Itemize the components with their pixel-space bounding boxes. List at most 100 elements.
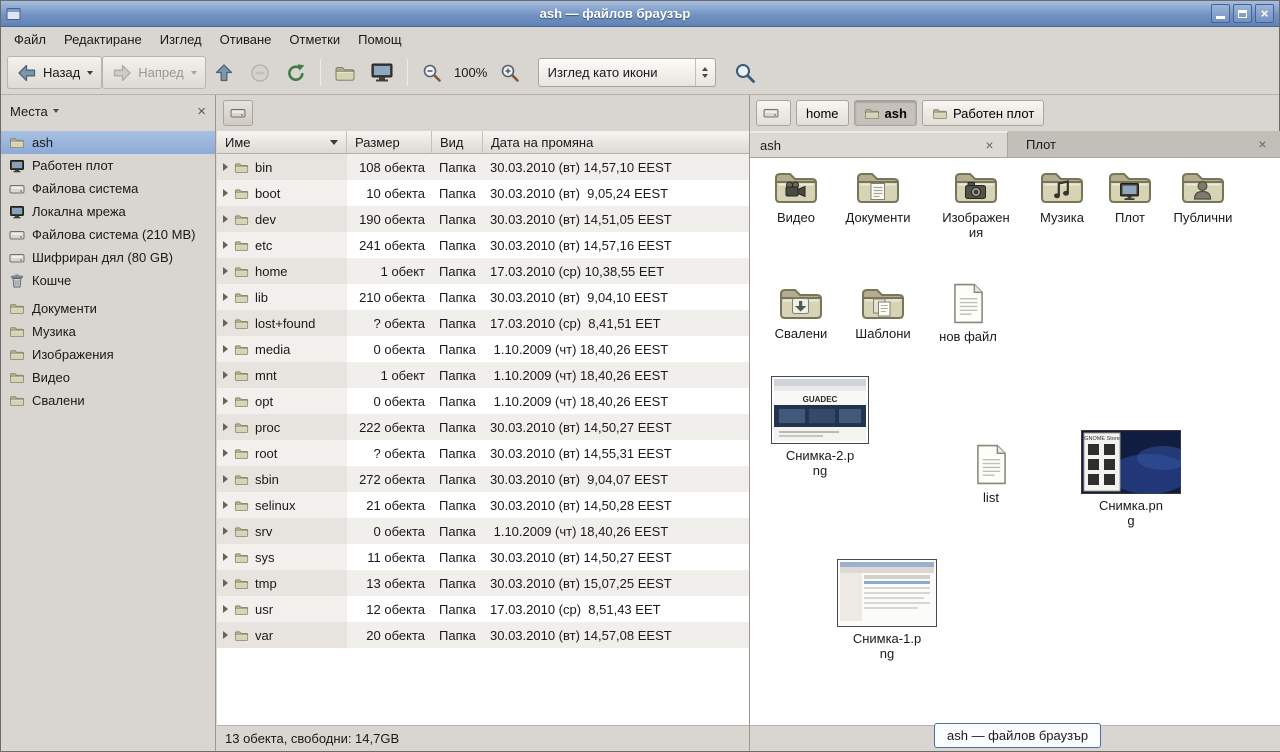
column-header[interactable]: Дата на промяна — [483, 131, 749, 154]
expander-icon[interactable] — [223, 579, 228, 587]
table-row[interactable]: opt 0 обекта Папка 1.10.2009 (чт) 18,40,… — [217, 388, 749, 414]
sidebar-item[interactable]: Музика — [1, 320, 215, 343]
expander-icon[interactable] — [223, 475, 228, 483]
places-menu-button[interactable]: Места × — [1, 95, 215, 127]
column-header[interactable]: Размер — [347, 131, 432, 154]
icon-item[interactable]: Видео — [760, 166, 832, 225]
expander-icon[interactable] — [223, 553, 228, 561]
icon-item[interactable]: Изображения — [940, 166, 1012, 240]
date-cell: 30.03.2010 (вт) 9,04,07 EEST — [483, 466, 749, 492]
tab-close-button[interactable]: × — [1255, 137, 1270, 152]
menu-item[interactable]: Помощ — [349, 29, 410, 50]
expander-icon[interactable] — [223, 371, 228, 379]
table-row[interactable]: root ? обекта Папка 30.03.2010 (вт) 14,5… — [217, 440, 749, 466]
table-row[interactable]: proc 222 обекта Папка 30.03.2010 (вт) 14… — [217, 414, 749, 440]
sidebar-item[interactable]: Работен плот — [1, 154, 215, 177]
path-button[interactable]: Работен плот — [922, 100, 1044, 126]
table-row[interactable]: sbin 272 обекта Папка 30.03.2010 (вт) 9,… — [217, 466, 749, 492]
search-button[interactable] — [726, 56, 764, 89]
expander-icon[interactable] — [223, 631, 228, 639]
table-row[interactable]: selinux 21 обекта Папка 30.03.2010 (вт) … — [217, 492, 749, 518]
table-row[interactable]: boot 10 обекта Папка 30.03.2010 (вт) 9,0… — [217, 180, 749, 206]
back-button[interactable]: Назад — [7, 56, 102, 89]
sidebar-item[interactable]: Документи — [1, 297, 215, 320]
menu-item[interactable]: Редактиране — [55, 29, 151, 50]
expander-icon[interactable] — [223, 215, 228, 223]
table-row[interactable]: var 20 обекта Папка 30.03.2010 (вт) 14,5… — [217, 622, 749, 648]
root-path-button[interactable] — [223, 100, 253, 126]
icon-item[interactable]: list — [955, 443, 1027, 505]
expander-icon[interactable] — [223, 267, 228, 275]
expander-icon[interactable] — [223, 449, 228, 457]
menu-item[interactable]: Файл — [5, 29, 55, 50]
table-row[interactable]: bin 108 обекта Папка 30.03.2010 (вт) 14,… — [217, 154, 749, 180]
sidebar-item[interactable]: Свалени — [1, 389, 215, 412]
table-row[interactable]: lost+found ? обекта Папка 17.03.2010 (ср… — [217, 310, 749, 336]
table-row[interactable]: usr 12 обекта Папка 17.03.2010 (ср) 8,51… — [217, 596, 749, 622]
table-row[interactable]: mnt 1 обект Папка 1.10.2009 (чт) 18,40,2… — [217, 362, 749, 388]
icon-item[interactable]: Музика — [1026, 166, 1098, 225]
minimize-button[interactable] — [1211, 4, 1230, 23]
tab[interactable]: ash× — [750, 131, 1008, 157]
expander-icon[interactable] — [223, 189, 228, 197]
stop-button[interactable] — [242, 56, 278, 89]
view-mode-select[interactable]: Изглед като икони — [538, 58, 716, 87]
expander-icon[interactable] — [223, 293, 228, 301]
icon-item[interactable]: GNOME Store Снимка.png — [1081, 430, 1181, 528]
zoom-in-button[interactable] — [492, 56, 528, 89]
expander-icon[interactable] — [223, 397, 228, 405]
sidebar-close-button[interactable]: × — [197, 104, 206, 119]
sidebar-item[interactable]: Файлова система (210 MB) — [1, 223, 215, 246]
path-button[interactable]: ash — [854, 100, 917, 126]
icon-item[interactable]: GUADEC Снимка-2.png — [770, 376, 870, 478]
expander-icon[interactable] — [223, 319, 228, 327]
icon-item[interactable]: Публични — [1167, 166, 1239, 225]
sidebar-item[interactable]: Шифриран дял (80 GB) — [1, 246, 215, 269]
expander-icon[interactable] — [223, 501, 228, 509]
icon-item[interactable]: Свалени — [765, 282, 837, 341]
sidebar-item[interactable]: Изображения — [1, 343, 215, 366]
maximize-button[interactable] — [1233, 4, 1252, 23]
sidebar-item[interactable]: Файлова система — [1, 177, 215, 200]
icon-item[interactable]: Плот — [1094, 166, 1166, 225]
icon-item[interactable]: Шаблони — [847, 282, 919, 341]
icon-item[interactable]: Документи — [842, 166, 914, 225]
expander-icon[interactable] — [223, 423, 228, 431]
reload-button[interactable] — [278, 56, 314, 89]
table-row[interactable]: lib 210 обекта Папка 30.03.2010 (вт) 9,0… — [217, 284, 749, 310]
expander-icon[interactable] — [223, 345, 228, 353]
sidebar-item[interactable]: Видео — [1, 366, 215, 389]
table-row[interactable]: srv 0 обекта Папка 1.10.2009 (чт) 18,40,… — [217, 518, 749, 544]
expander-icon[interactable] — [223, 163, 228, 171]
table-row[interactable]: tmp 13 обекта Папка 30.03.2010 (вт) 15,0… — [217, 570, 749, 596]
table-row[interactable]: sys 11 обекта Папка 30.03.2010 (вт) 14,5… — [217, 544, 749, 570]
menu-item[interactable]: Изглед — [151, 29, 211, 50]
menu-item[interactable]: Отиване — [211, 29, 281, 50]
sidebar-item[interactable]: Кошче — [1, 269, 215, 292]
icon-item[interactable]: нов файл — [932, 282, 1004, 344]
type-cell: Папка — [432, 492, 483, 518]
zoom-out-button[interactable] — [414, 56, 450, 89]
expander-icon[interactable] — [223, 527, 228, 535]
table-row[interactable]: dev 190 обекта Папка 30.03.2010 (вт) 14,… — [217, 206, 749, 232]
table-row[interactable]: home 1 обект Папка 17.03.2010 (ср) 10,38… — [217, 258, 749, 284]
computer-button[interactable] — [363, 56, 401, 89]
column-header[interactable]: Име — [217, 131, 347, 154]
menu-item[interactable]: Отметки — [280, 29, 349, 50]
sidebar-item[interactable]: Локална мрежа — [1, 200, 215, 223]
table-row[interactable]: etc 241 обекта Папка 30.03.2010 (вт) 14,… — [217, 232, 749, 258]
table-row[interactable]: media 0 обекта Папка 1.10.2009 (чт) 18,4… — [217, 336, 749, 362]
expander-icon[interactable] — [223, 605, 228, 613]
tab[interactable]: Плот× — [1008, 131, 1280, 157]
tab-close-button[interactable]: × — [982, 138, 997, 153]
icon-item[interactable]: Снимка-1.png — [837, 559, 937, 661]
path-button[interactable]: home — [796, 100, 849, 126]
expander-icon[interactable] — [223, 241, 228, 249]
sidebar-item[interactable]: ash — [1, 131, 215, 154]
home-button[interactable] — [327, 56, 363, 89]
path-root-button[interactable] — [756, 100, 791, 126]
forward-button[interactable]: Напред — [102, 56, 205, 89]
column-header[interactable]: Вид — [432, 131, 483, 154]
close-button[interactable]: × — [1255, 4, 1274, 23]
up-button[interactable] — [206, 56, 242, 89]
